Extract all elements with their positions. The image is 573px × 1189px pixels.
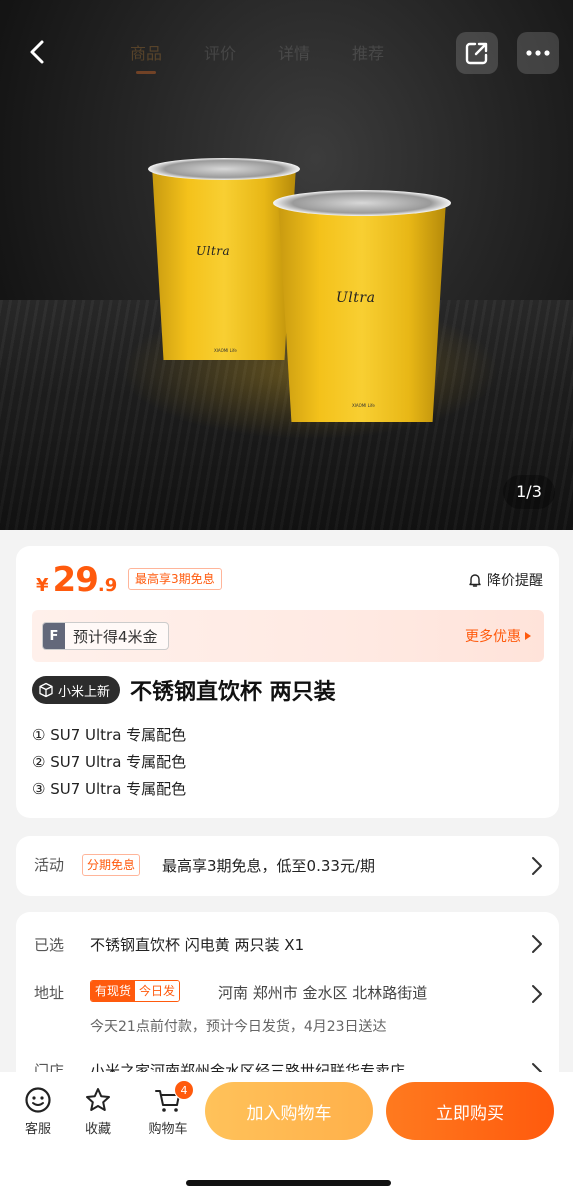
cup-small-text: XIAOMI Life [352, 403, 375, 408]
chevron-right-icon [532, 857, 542, 875]
more-dots-icon [526, 50, 550, 56]
cup-small-text: XIAOMI Life [214, 348, 237, 353]
activity-row[interactable]: 活动 分期免息 最高享3期免息，低至0.33元/期 [16, 836, 559, 896]
selected-label: 已选 [34, 936, 65, 954]
section-tabs: 商品 评价 详情 推荐 [130, 40, 384, 74]
share-button[interactable] [456, 32, 498, 74]
ship-today-tag: 今日发 [135, 981, 180, 1001]
home-indicator [186, 1180, 391, 1186]
product-title: 不锈钢直饮杯 两只装 [130, 680, 336, 705]
price-decimal: .9 [97, 575, 118, 596]
coin-reward-bar: F 预计得4米金 更多优惠 [32, 610, 544, 662]
list-item: ② SU7 Ultra 专属配色 [32, 753, 187, 771]
cart-button[interactable]: 4 购物车 [142, 1080, 194, 1137]
product-title-row: 小米上新 不锈钢直饮杯 两只装 [32, 674, 336, 706]
new-arrival-badge: 小米上新 [32, 676, 121, 704]
delivery-estimate: 今天21点前付款，预计今日发货，4月23日送达 [90, 1019, 387, 1035]
tab-details[interactable]: 详情 [278, 40, 310, 64]
more-discounts-label: 更多优惠 [465, 629, 521, 645]
buy-now-button[interactable]: 立即购买 [386, 1082, 554, 1140]
price-drop-alert-button[interactable]: 降价提醒 [467, 570, 543, 590]
cup-logo: Ultra [336, 290, 376, 306]
activity-label: 活动 [34, 856, 65, 874]
price-integer: 29 [52, 560, 99, 600]
list-item: ③ SU7 Ultra 专属配色 [32, 780, 187, 798]
bell-icon [469, 574, 481, 587]
currency-symbol: ¥ [36, 575, 49, 596]
tab-reviews[interactable]: 评价 [204, 40, 236, 64]
top-navigation-bar: 商品 评价 详情 推荐 [0, 0, 573, 88]
favorite-button[interactable]: 收藏 [72, 1086, 124, 1137]
price: ¥ 29 .9 [36, 560, 117, 600]
coin-reward-pill: F 预计得4米金 [42, 622, 169, 650]
list-item: ① SU7 Ultra 专属配色 [32, 726, 187, 744]
box-icon [39, 682, 53, 698]
new-arrival-label: 小米上新 [58, 684, 111, 700]
tab-product[interactable]: 商品 [130, 40, 162, 74]
cart-label: 购物车 [148, 1122, 188, 1137]
stock-status-badge: 有现货 今日发 [90, 980, 181, 1002]
customer-service-label: 客服 [24, 1122, 51, 1137]
more-discounts-link[interactable]: 更多优惠 [465, 626, 532, 646]
smiley-service-icon [25, 1087, 51, 1113]
activity-text: 最高享3期免息，低至0.33元/期 [162, 857, 375, 875]
customer-service-button[interactable]: 客服 [12, 1086, 64, 1137]
installment-promo-tag: 最高享3期免息 [128, 568, 222, 590]
bottom-action-bar: 客服 收藏 4 购物车 加入购物车 立即购买 [0, 1072, 573, 1189]
address-text: 河南 郑州市 金水区 北林路街道 [218, 984, 428, 1002]
cup-logo: Ultra [196, 244, 231, 258]
coin-reward-text: 预计得4米金 [73, 627, 158, 646]
chevron-right-icon [532, 985, 542, 1003]
chevron-right-icon [532, 935, 542, 953]
order-details-card: 已选 不锈钢直饮杯 闪电黄 两只装 X1 地址 有现货 今日发 河南 郑州市 金… [16, 912, 559, 1092]
back-button[interactable] [24, 36, 52, 68]
share-icon [465, 42, 488, 65]
back-arrow-icon [30, 40, 44, 64]
star-icon [86, 1088, 110, 1111]
price-alert-label: 降价提醒 [487, 573, 543, 589]
add-to-cart-button[interactable]: 加入购物车 [205, 1082, 373, 1140]
installment-tag: 分期免息 [82, 854, 141, 876]
cart-count-badge: 4 [174, 1080, 194, 1100]
caret-right-icon [525, 632, 531, 640]
selected-spec-text: 不锈钢直饮杯 闪电黄 两只装 X1 [90, 936, 305, 954]
image-page-indicator: 1/3 [503, 475, 555, 509]
price-info-card: ¥ 29 .9 最高享3期免息 降价提醒 F 预计得4米金 更多优惠 小米上新 … [16, 546, 559, 818]
address-label: 地址 [34, 984, 65, 1002]
more-options-button[interactable] [517, 32, 559, 74]
tab-recommend[interactable]: 推荐 [352, 40, 384, 64]
coin-badge-icon: F [43, 623, 65, 649]
product-feature-list: ① SU7 Ultra 专属配色 ② SU7 Ultra 专属配色 ③ SU7 … [32, 722, 186, 803]
in-stock-tag: 有现货 [91, 981, 136, 1001]
favorite-label: 收藏 [84, 1122, 111, 1137]
